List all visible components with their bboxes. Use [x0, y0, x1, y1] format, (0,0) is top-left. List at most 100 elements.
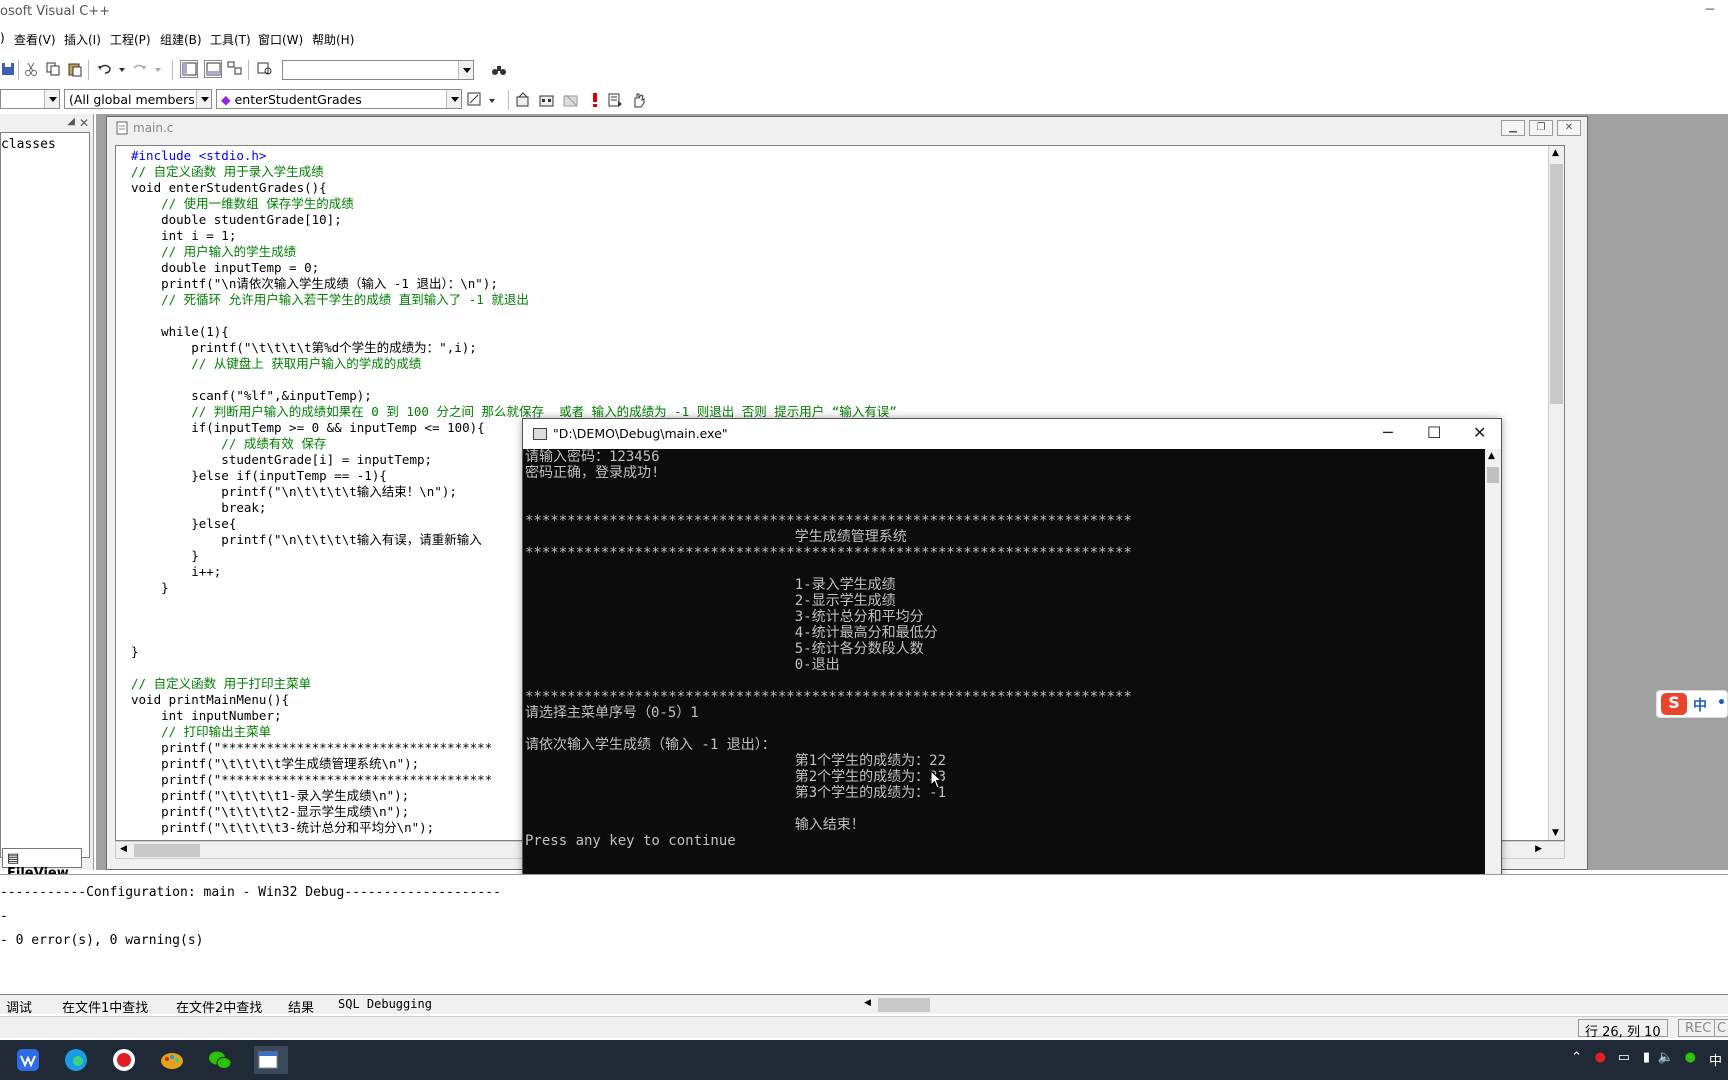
find-binoculars-icon[interactable] [490, 60, 508, 78]
tree-item-classes[interactable]: classes [1, 137, 56, 152]
go-debug-icon[interactable] [606, 91, 624, 109]
menu-item-help[interactable]: 帮助(H) [312, 31, 354, 48]
workspace-panel: ◢ ✕ classes ▤ FileView [0, 114, 94, 881]
console-line: 0-退出 [525, 657, 840, 673]
console-title-bar: "D:\DEMO\Debug\main.exe" ─ ☐ ✕ [523, 419, 1501, 449]
class-tree: classes [0, 132, 90, 858]
console-line: 学生成绩管理系统 [525, 529, 907, 545]
workspace-toggle-icon[interactable] [180, 60, 198, 78]
tab-debug[interactable]: 调试 [6, 997, 32, 1016]
menu-item-project[interactable]: 工程(P) [110, 31, 151, 48]
build-output: -----------Configuration: main - Win32 D… [0, 881, 501, 953]
paste-icon[interactable] [66, 60, 84, 78]
console-line: 5-统计各分数段人数 [525, 641, 924, 657]
console-line: 请依次输入学生成绩（输入 -1 退出）： [525, 737, 776, 753]
wps-icon[interactable] [14, 1046, 44, 1074]
save-all-icon[interactable] [0, 60, 18, 78]
minimize-icon[interactable]: ─ [1706, 2, 1714, 18]
scope-combo[interactable]: (All global members [64, 89, 212, 109]
code-line: double inputTemp = 0; [131, 260, 320, 275]
redo-icon[interactable] [130, 60, 148, 78]
console-line: 第2个学生的成绩为：33 [525, 769, 947, 785]
tray-chevron-icon[interactable]: ⌃ [1571, 1050, 1582, 1065]
console-text: 请输入密码：123456 密码正确，登录成功! ****************… [525, 449, 1132, 849]
minimize-icon[interactable]: ─ [1383, 423, 1393, 442]
menu-item-view[interactable]: 查看(V) [14, 31, 56, 48]
scroll-up-icon[interactable]: ▲ [1488, 451, 1495, 461]
class-combo[interactable] [0, 89, 60, 109]
window-title: osoft Visual C++ [0, 4, 111, 19]
minimize-icon[interactable]: ▁ [1501, 120, 1525, 136]
tab-sql-debugging[interactable]: SQL Debugging [338, 997, 432, 1011]
close-icon[interactable]: ✕ [1473, 423, 1486, 442]
output-toggle-icon[interactable] [204, 60, 222, 78]
output-line: - 0 error(s), 0 warning(s) [0, 933, 204, 948]
fileview-tab-icon: ▤ [7, 851, 20, 866]
scroll-up-icon[interactable]: ▲ [1552, 148, 1559, 158]
tab-find-in-files-2[interactable]: 在文件2中查找 [176, 997, 262, 1016]
paint-app-icon[interactable] [158, 1046, 188, 1074]
console-line: ****************************************… [525, 689, 1132, 705]
restore-icon[interactable]: ❐ [1529, 120, 1553, 136]
build-icon[interactable] [538, 91, 556, 109]
console-line: 密码正确，登录成功! [525, 465, 660, 481]
breakpoint-hand-icon[interactable] [630, 91, 648, 109]
code-line: // 打印输出主菜单 [131, 724, 272, 739]
maximize-icon[interactable]: ☐ [1427, 423, 1441, 442]
menu-item-tools[interactable]: 工具(T) [210, 31, 251, 48]
status-bar: 行 26, 列 10 REC C [0, 1016, 1728, 1040]
record-icon[interactable] [110, 1046, 140, 1074]
tray-ime-indicator[interactable]: 中 [1709, 1050, 1722, 1069]
close-icon[interactable]: ✕ [1557, 120, 1581, 136]
code-line: // 成绩有效 保存 [131, 436, 327, 451]
ime-toolbar[interactable]: S 中 • [1656, 690, 1728, 718]
tray-wechat-icon[interactable]: ● [1685, 1050, 1696, 1065]
scroll-left-icon[interactable]: ◀ [864, 998, 871, 1008]
menu-bar: ) 查看(V) 插入(I) 工程(P) 组建(B) 工具(T) 窗口(W) 帮助… [0, 28, 1728, 50]
pin-icon[interactable]: ◢ [67, 116, 75, 127]
close-icon[interactable]: ✕ [79, 116, 89, 130]
find-combo[interactable] [282, 60, 474, 80]
tab-fileview[interactable]: ▤ FileView [2, 848, 82, 881]
tab-results[interactable]: 结果 [288, 997, 314, 1016]
copy-icon[interactable] [44, 60, 62, 78]
function-combo[interactable]: ◆ enterStudentGrades [216, 89, 462, 109]
console-line: 输入结束！ [525, 817, 865, 833]
code-line: printf("\t\t\t\t2-显示学生成绩\n"); [131, 804, 410, 819]
console-scrollbar[interactable]: ▲ ▼ [1485, 449, 1501, 928]
find-in-files-icon[interactable] [256, 60, 274, 78]
volume-icon[interactable]: 🔈 [1658, 1050, 1674, 1065]
compile-icon[interactable] [514, 91, 532, 109]
visual-cpp-taskbar-icon[interactable] [254, 1046, 288, 1074]
execute-icon[interactable] [586, 91, 604, 109]
document-icon [115, 121, 129, 139]
menu-item-insert[interactable]: 插入(I) [64, 31, 101, 48]
code-line: // 使用一维数组 保存学生的成绩 [131, 196, 354, 211]
vertical-scrollbar[interactable]: ▲ ▼ [1548, 146, 1564, 840]
redo-dropdown-icon[interactable] [150, 60, 168, 78]
edge-icon[interactable] [62, 1046, 92, 1074]
tray-record-icon[interactable]: ● [1595, 1050, 1606, 1065]
scroll-right-icon[interactable]: ▶ [1535, 844, 1542, 854]
title-bar: osoft Visual C++ ─ [0, 0, 1728, 24]
output-horizontal-scrollbar[interactable]: ◀ [860, 994, 1728, 1014]
menu-item-window[interactable]: 窗口(W) [258, 31, 303, 48]
network-icon[interactable]: ▭ [1618, 1050, 1630, 1065]
console-output[interactable]: 请输入密码：123456 密码正确，登录成功! ****************… [523, 449, 1486, 928]
console-line: 1-录入学生成绩 [525, 577, 896, 593]
console-line: Press any key to continue [525, 833, 736, 849]
menu-item-build[interactable]: 组建(B) [160, 31, 202, 48]
stop-build-icon[interactable] [562, 91, 580, 109]
wizard-dropdown-icon[interactable] [484, 91, 502, 109]
wechat-icon[interactable] [206, 1046, 236, 1074]
menu-item-file-tail[interactable]: ) [0, 31, 5, 45]
window-list-icon[interactable] [226, 60, 244, 78]
undo-icon[interactable] [96, 60, 114, 78]
wizard-action-icon[interactable] [466, 91, 484, 109]
scroll-left-icon[interactable]: ◀ [120, 844, 127, 854]
microphone-icon[interactable]: ▮ [1643, 1050, 1650, 1065]
cut-icon[interactable] [22, 60, 40, 78]
cursor-position: 行 26, 列 10 [1578, 1019, 1668, 1040]
scroll-down-icon[interactable]: ▼ [1552, 828, 1559, 838]
tab-find-in-files-1[interactable]: 在文件1中查找 [62, 997, 148, 1016]
